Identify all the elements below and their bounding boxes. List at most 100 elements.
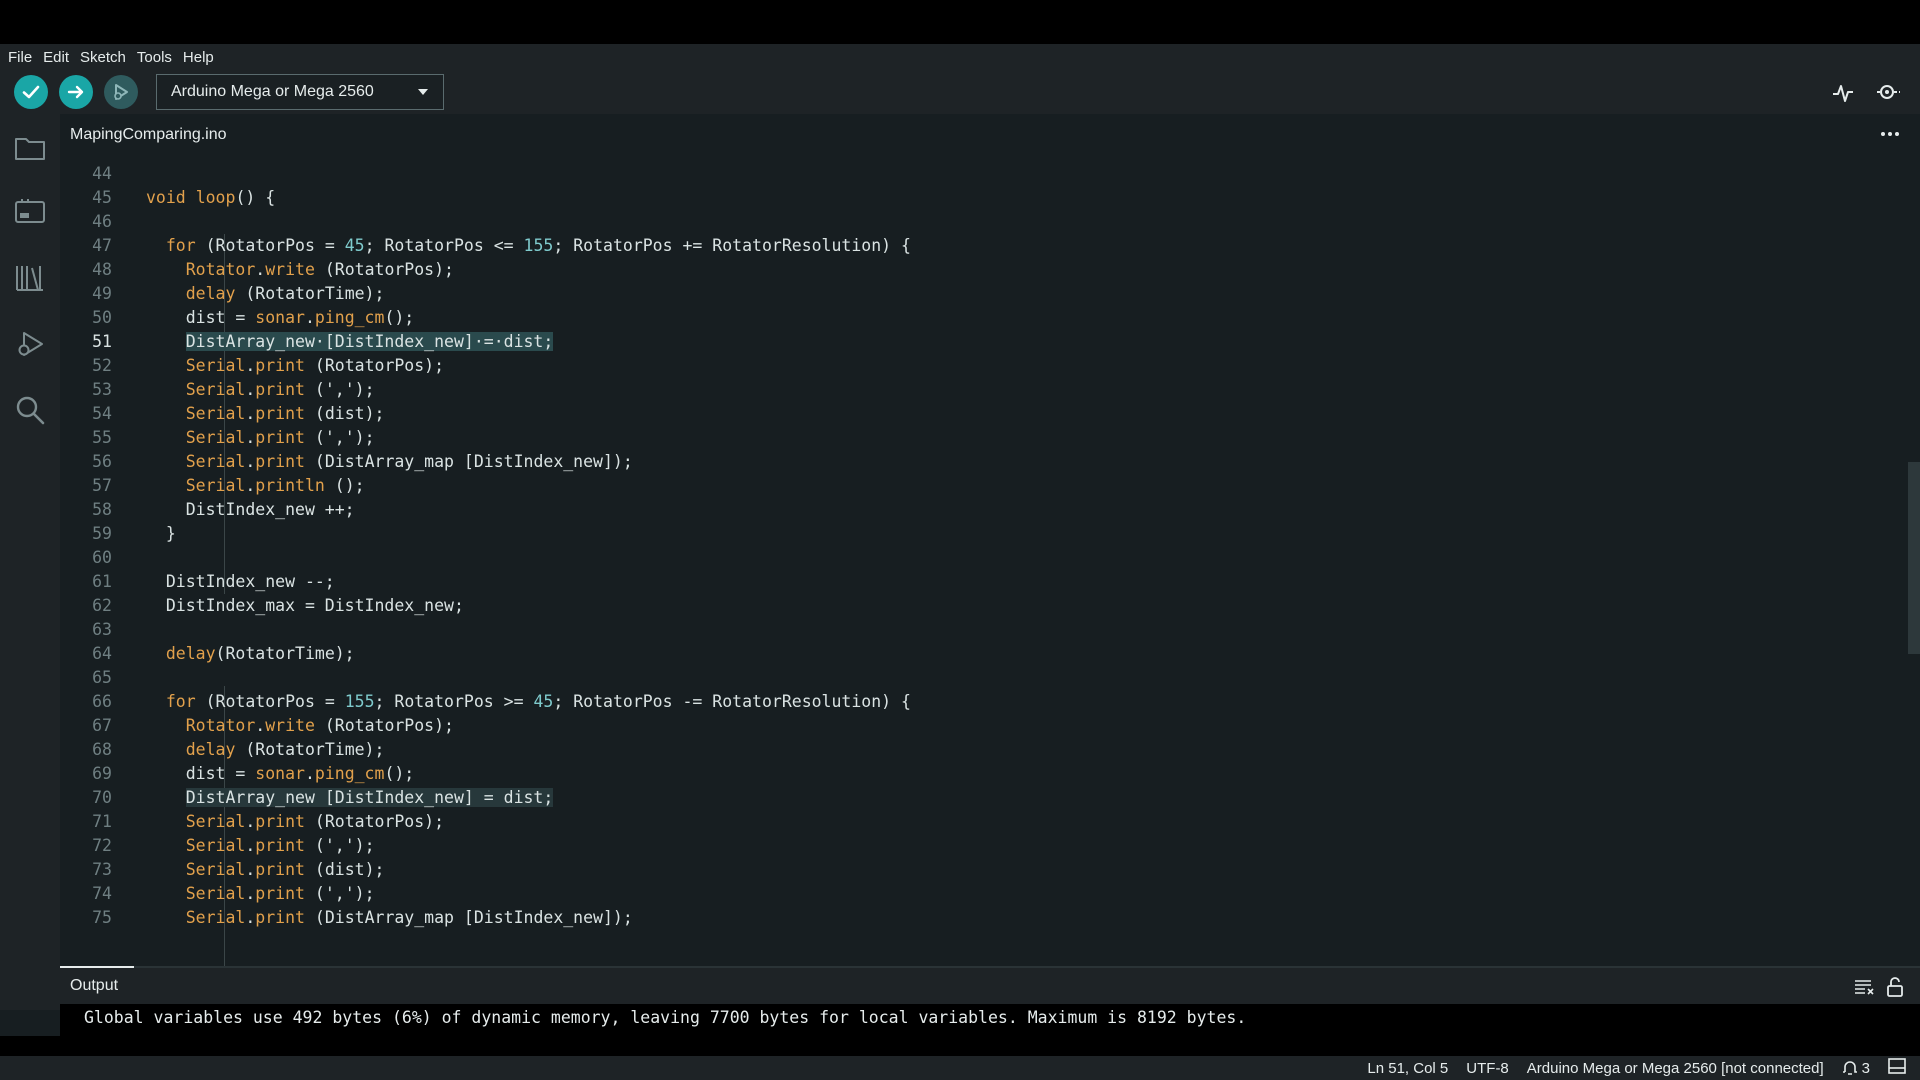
code-line[interactable]: 49 delay (RotatorTime); bbox=[60, 282, 1900, 306]
code-text: DistIndex_max = DistIndex_new; bbox=[146, 596, 464, 615]
code-line[interactable]: 66 for (RotatorPos = 155; RotatorPos >= … bbox=[60, 690, 1900, 714]
code-text: DistIndex_new ++; bbox=[146, 500, 355, 519]
code-line[interactable]: 60 bbox=[60, 546, 1900, 570]
tab-label: MapingComparing.ino bbox=[70, 126, 227, 143]
code-line[interactable]: 53 Serial.print (','); bbox=[60, 378, 1900, 402]
code-line[interactable]: 59 } bbox=[60, 522, 1900, 546]
code-line[interactable]: 57 Serial.println (); bbox=[60, 474, 1900, 498]
code-text: Serial.print (RotatorPos); bbox=[185, 356, 445, 375]
code-line[interactable]: 64 delay(RotatorTime); bbox=[60, 642, 1900, 666]
status-bar: Ln 51, Col 5 UTF-8 Arduino Mega or Mega … bbox=[0, 1056, 1920, 1080]
menu-edit[interactable]: Edit bbox=[41, 49, 78, 66]
line-number: 50 bbox=[92, 308, 112, 327]
code-line[interactable]: 55 Serial.print (','); bbox=[60, 426, 1900, 450]
board-selector[interactable]: Arduino Mega or Mega 2560 bbox=[156, 74, 444, 110]
code-line[interactable]: 47 for (RotatorPos = 45; RotatorPos <= 1… bbox=[60, 234, 1900, 258]
line-number: 68 bbox=[92, 740, 112, 759]
sketchbook-button[interactable] bbox=[12, 130, 48, 166]
code-text: Serial.print (','); bbox=[185, 428, 375, 447]
code-line[interactable]: 63 bbox=[60, 618, 1900, 642]
line-number: 54 bbox=[92, 404, 112, 423]
code-text: Rotator.write (RotatorPos); bbox=[185, 716, 454, 735]
clear-output-button[interactable] bbox=[1853, 976, 1875, 998]
code-line[interactable]: 71 Serial.print (RotatorPos); bbox=[60, 810, 1900, 834]
line-number: 63 bbox=[92, 620, 112, 639]
scroll-lock-button[interactable] bbox=[1884, 976, 1906, 998]
code-line[interactable]: 72 Serial.print (','); bbox=[60, 834, 1900, 858]
code-text: Rotator.write (RotatorPos); bbox=[185, 260, 454, 279]
code-text: Serial.print (RotatorPos); bbox=[185, 812, 445, 831]
line-number: 55 bbox=[92, 428, 112, 447]
code-line[interactable]: 73 Serial.print (dist); bbox=[60, 858, 1900, 882]
notification-count: 3 bbox=[1861, 1059, 1870, 1077]
code-text: delay (RotatorTime); bbox=[185, 740, 385, 759]
code-line[interactable]: 54 Serial.print (dist); bbox=[60, 402, 1900, 426]
code-text: for (RotatorPos = 45; RotatorPos <= 155;… bbox=[165, 236, 911, 255]
code-line[interactable]: 75 Serial.print (DistArray_map [DistInde… bbox=[60, 906, 1900, 930]
code-text: Serial.println (); bbox=[185, 476, 365, 495]
menu-sketch[interactable]: Sketch bbox=[78, 49, 135, 66]
debug-run-icon bbox=[18, 332, 43, 356]
code-line[interactable]: 69 dist = sonar.ping_cm(); bbox=[60, 762, 1900, 786]
line-number: 48 bbox=[92, 260, 112, 279]
code-line[interactable]: 52 Serial.print (RotatorPos); bbox=[60, 354, 1900, 378]
code-line[interactable]: 67 Rotator.write (RotatorPos); bbox=[60, 714, 1900, 738]
debug-panel-button[interactable] bbox=[12, 326, 48, 362]
code-line[interactable]: 61 DistIndex_new --; bbox=[60, 570, 1900, 594]
menu-file[interactable]: File bbox=[6, 49, 41, 66]
panel-toggle-button[interactable] bbox=[1888, 1058, 1906, 1078]
output-console[interactable]: Global variables use 492 bytes (6%) of d… bbox=[60, 1004, 1920, 1056]
code-line[interactable]: 45 void loop() { bbox=[60, 186, 1900, 210]
line-number: 72 bbox=[92, 836, 112, 855]
search-panel-button[interactable] bbox=[12, 392, 48, 428]
code-line[interactable]: 62 DistIndex_max = DistIndex_new; bbox=[60, 594, 1900, 618]
serial-plotter-button[interactable] bbox=[1828, 78, 1858, 108]
code-text: Serial.print (dist); bbox=[185, 404, 385, 423]
editor-scrollbar[interactable] bbox=[1908, 462, 1920, 654]
line-number: 44 bbox=[92, 164, 112, 183]
clear-output-icon bbox=[1855, 980, 1874, 995]
code-line[interactable]: 74 Serial.print (','); bbox=[60, 882, 1900, 906]
code-editor[interactable]: 44 45 void loop() { 46 47 for (RotatorPos = … bbox=[60, 156, 1920, 966]
tab-more-button[interactable] bbox=[1878, 124, 1902, 144]
board-status[interactable]: Arduino Mega or Mega 2560 [not connected… bbox=[1527, 1060, 1824, 1077]
chevron-down-icon bbox=[418, 89, 428, 95]
line-number: 45 bbox=[92, 188, 112, 207]
upload-button[interactable] bbox=[59, 75, 93, 109]
serial-monitor-button[interactable] bbox=[1873, 78, 1903, 108]
verify-button[interactable] bbox=[14, 75, 48, 109]
line-number: 58 bbox=[92, 500, 112, 519]
code-line[interactable]: 70 DistArray_new [DistIndex_new] = dist; bbox=[60, 786, 1900, 810]
code-text: Serial.print (','); bbox=[185, 380, 375, 399]
code-line[interactable]: 51 DistArray_new·[DistIndex_new]·=·dist; bbox=[60, 330, 1900, 354]
line-number: 65 bbox=[92, 668, 112, 687]
line-number: 61 bbox=[92, 572, 112, 591]
code-line[interactable]: 46 bbox=[60, 210, 1900, 234]
output-title[interactable]: Output bbox=[70, 977, 118, 995]
code-line[interactable]: 56 Serial.print (DistArray_map [DistInde… bbox=[60, 450, 1900, 474]
code-line[interactable]: 58 DistIndex_new ++; bbox=[60, 498, 1900, 522]
arrow-right-icon bbox=[67, 85, 84, 99]
cursor-position[interactable]: Ln 51, Col 5 bbox=[1367, 1060, 1448, 1077]
boards-manager-button[interactable] bbox=[12, 194, 48, 230]
code-text: DistIndex_new --; bbox=[146, 572, 335, 591]
code-text: void loop() { bbox=[146, 188, 276, 207]
tab-sketch-file[interactable]: MapingComparing.ino bbox=[60, 114, 237, 156]
code-line[interactable]: 44 bbox=[60, 162, 1900, 186]
menu-help[interactable]: Help bbox=[181, 49, 223, 66]
notifications-button[interactable]: 3 bbox=[1842, 1060, 1870, 1077]
debug-button[interactable] bbox=[104, 75, 138, 109]
output-tab-indicator bbox=[60, 966, 134, 968]
sidebar bbox=[0, 114, 60, 1010]
line-number: 53 bbox=[92, 380, 112, 399]
line-number: 49 bbox=[92, 284, 112, 303]
code-line[interactable]: 65 bbox=[60, 666, 1900, 690]
code-line[interactable]: 50 dist = sonar.ping_cm(); bbox=[60, 306, 1900, 330]
file-encoding: UTF-8 bbox=[1466, 1059, 1509, 1077]
menu-bar: File Edit Sketch Tools Help bbox=[0, 44, 1920, 70]
code-line[interactable]: 48 Rotator.write (RotatorPos); bbox=[60, 258, 1900, 282]
library-manager-button[interactable] bbox=[12, 260, 48, 296]
code-line[interactable]: 68 delay (RotatorTime); bbox=[60, 738, 1900, 762]
menu-tools[interactable]: Tools bbox=[135, 49, 181, 66]
line-number: 57 bbox=[92, 476, 112, 495]
